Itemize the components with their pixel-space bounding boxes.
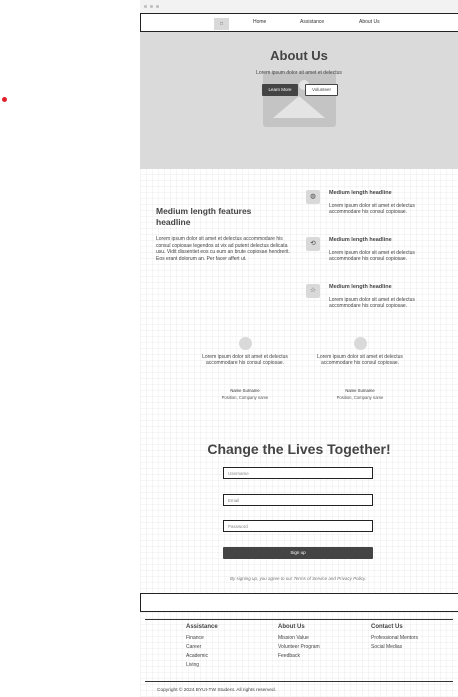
browser-chrome xyxy=(140,0,458,13)
avatar xyxy=(238,337,252,350)
footer-column-assistance: Assistance Finance Career Academic Livin… xyxy=(186,624,218,670)
footer-divider xyxy=(145,681,453,682)
volunteer-button[interactable]: Volunteer xyxy=(305,84,338,96)
footer-column-title: About Us xyxy=(278,624,305,630)
footer-link[interactable]: Career xyxy=(186,643,218,652)
top-nav: □ Home Assistance About Us xyxy=(140,13,458,32)
nav-link-home[interactable]: Home xyxy=(253,19,266,25)
testimonial-name: Name Surname xyxy=(230,388,260,393)
testimonial-position: Position, Company name xyxy=(221,395,269,400)
image-placeholder-icon xyxy=(263,72,336,127)
avatar xyxy=(353,337,367,350)
footer-link[interactable]: Academic xyxy=(186,652,218,661)
testimonial-card: Lorem ipsum dolor sit amet et delectus a… xyxy=(197,337,293,400)
feature-text: Lorem ipsum dolor sit amet et delectus a… xyxy=(329,203,415,215)
refresh-icon: ⟲ xyxy=(306,237,320,251)
nav-link-about-us[interactable]: About Us xyxy=(359,19,380,25)
red-marker-dot xyxy=(2,97,7,102)
footer-link[interactable]: Professional Mentors xyxy=(371,634,418,643)
footer-link[interactable]: Living xyxy=(186,661,218,670)
copyright-text: Copyright © 2024 BYUI-TW Student. All ri… xyxy=(157,688,276,693)
image-mountain-shape xyxy=(273,96,325,118)
feature-title: Medium length headline xyxy=(329,190,392,196)
learn-more-button[interactable]: Learn More xyxy=(262,84,298,96)
signup-button[interactable]: Sign up xyxy=(223,547,373,559)
testimonial-name: Name Surname xyxy=(345,388,375,393)
globe-icon: ◍ xyxy=(306,190,320,204)
window-dot xyxy=(144,5,147,8)
window-dot xyxy=(150,5,153,8)
testimonial-position: Position, Company name xyxy=(336,395,384,400)
footer-link[interactable]: Finance xyxy=(186,634,218,643)
footer-column-title: Contact Us xyxy=(371,624,403,630)
footer-link[interactable]: Volunteer Program xyxy=(278,643,320,652)
footer-divider xyxy=(145,619,453,620)
feature-text: Lorem ipsum dolor sit amet et delectus a… xyxy=(329,250,415,262)
nav-link-assistance[interactable]: Assistance xyxy=(300,19,324,25)
signup-title: Change the Lives Together! xyxy=(207,441,391,457)
features-body: Lorem ipsum dolor sit amet et delectus a… xyxy=(156,236,290,262)
feature-title: Medium length headline xyxy=(329,284,392,290)
window-dot xyxy=(156,5,159,8)
page-frame: □ Home Assistance About Us About Us Lore… xyxy=(140,0,458,697)
footer-column-title: Assistance xyxy=(186,624,218,630)
hero-subtitle: Lorem ipsum dolor sit amet et delectus xyxy=(256,70,342,76)
password-input[interactable] xyxy=(223,520,373,532)
username-input[interactable] xyxy=(223,467,373,479)
star-icon: ☆ xyxy=(306,284,320,298)
terms-text: By signing up, you agree to our Terms of… xyxy=(229,576,367,581)
testimonial-quote: Lorem ipsum dolor sit amet et delectus a… xyxy=(202,354,288,366)
hero-title: About Us xyxy=(270,48,328,63)
hero-section: About Us Lorem ipsum dolor sit amet et d… xyxy=(140,32,458,169)
footer-link[interactable]: Feedback xyxy=(278,652,320,661)
feature-text: Lorem ipsum dolor sit amet et delectus a… xyxy=(329,297,415,309)
footer-link[interactable]: Mission Value xyxy=(278,634,320,643)
testimonial-card: Lorem ipsum dolor sit amet et delectus a… xyxy=(312,337,408,400)
footer-column-about-us: About Us Mission Value Volunteer Program… xyxy=(278,624,320,661)
footer-column-contact-us: Contact Us Professional Mentors Social M… xyxy=(371,624,418,652)
features-headline: Medium length features headline xyxy=(156,206,252,227)
feature-title: Medium length headline xyxy=(329,237,392,243)
logo-icon[interactable]: □ xyxy=(214,18,229,30)
testimonial-quote: Lorem ipsum dolor sit amet et delectus a… xyxy=(317,354,403,366)
email-input[interactable] xyxy=(223,494,373,506)
footer-bar xyxy=(140,593,458,612)
footer-link[interactable]: Social Medias xyxy=(371,643,418,652)
